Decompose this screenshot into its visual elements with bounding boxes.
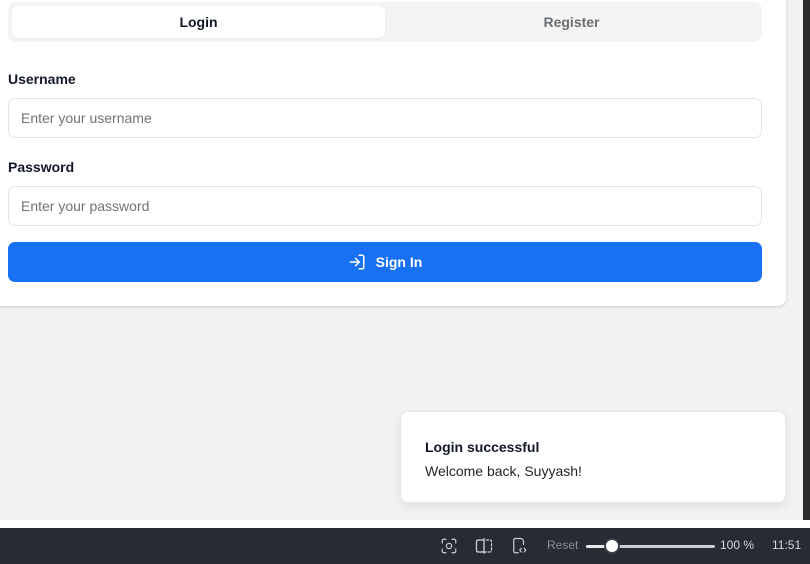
toast-title: Login successful <box>425 439 540 455</box>
auth-card: Login Register Username Password <box>0 0 786 306</box>
sign-in-button[interactable]: Sign In <box>8 242 762 282</box>
zoom-level: 100 % <box>720 538 755 552</box>
auth-tabs: Login Register <box>8 2 762 42</box>
screenshot-icon[interactable] <box>438 535 460 557</box>
clock: 11:51 <box>772 538 802 552</box>
reset-zoom-button[interactable]: Reset <box>547 538 578 552</box>
sign-in-label: Sign In <box>375 254 423 270</box>
toast-notification: Login successful Welcome back, Suyyash! <box>400 411 786 503</box>
bottom-toolbar: Reset 100 % 11:51 <box>0 528 810 564</box>
device-code-icon[interactable] <box>508 535 530 557</box>
tab-login[interactable]: Login <box>12 6 385 38</box>
window-bottom-border <box>0 520 810 528</box>
login-arrow-icon <box>348 253 366 271</box>
window-edge <box>803 0 810 520</box>
split-view-icon[interactable] <box>473 535 495 557</box>
zoom-slider[interactable] <box>586 538 715 554</box>
tab-register[interactable]: Register <box>385 6 758 38</box>
password-input[interactable] <box>8 186 762 226</box>
app-viewport: Login Register Username Password <box>0 0 803 520</box>
zoom-slider-thumb[interactable] <box>604 538 620 554</box>
toast-description: Welcome back, Suyyash! <box>425 463 582 479</box>
username-input[interactable] <box>8 98 762 138</box>
password-label: Password <box>8 159 75 175</box>
tab-register-label: Register <box>543 14 600 30</box>
tab-login-label: Login <box>179 14 218 30</box>
username-label: Username <box>8 71 76 87</box>
